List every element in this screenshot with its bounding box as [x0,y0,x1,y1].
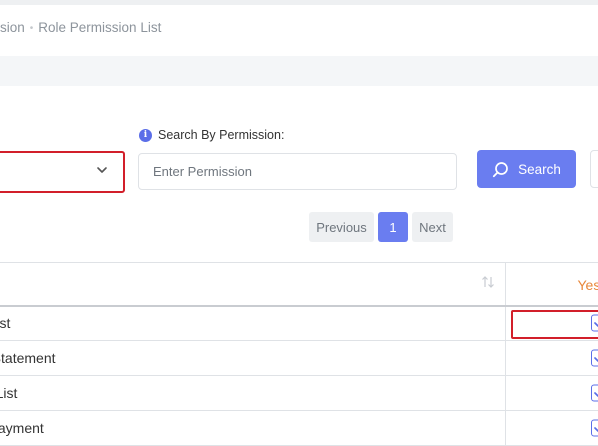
header-band [0,56,598,86]
permission-table: ion Yes r List e Statement nt Li [0,262,598,446]
reset-button[interactable] [590,150,598,188]
permission-name: r Payment [0,420,44,436]
permission-label: i Search By Permission: [139,128,284,142]
table-row: r List [0,305,598,341]
permission-name: r List [0,315,11,332]
pagination-page-1[interactable]: 1 [378,212,408,242]
check-icon [593,392,598,397]
permission-name: e Statement [0,350,56,366]
permission-search-input[interactable] [138,153,457,190]
breadcrumb-separator: • [29,23,34,34]
permission-checkbox[interactable] [590,384,598,402]
table-row: e Statement [0,340,598,376]
check-icon [593,427,598,432]
column-header-permission[interactable]: ion [0,262,506,307]
table-row: nt List [0,375,598,411]
search-button[interactable]: Search [477,150,576,188]
role-select[interactable] [0,151,125,193]
top-bar [0,0,598,5]
permission-name: nt List [0,385,18,401]
permission-label-text: Search By Permission: [158,128,285,142]
breadcrumb-current: Role Permission List [38,20,162,35]
column-header-yes-label: Yes [577,277,598,293]
pagination-previous[interactable]: Previous [309,212,374,242]
search-icon [493,161,508,177]
check-icon [593,322,598,328]
chevron-down-icon [97,167,107,173]
permission-checkbox[interactable] [590,349,598,367]
search-button-label: Search [518,161,561,177]
table-row: r Payment [0,410,598,446]
info-icon: i [139,128,152,142]
breadcrumb-parent[interactable]: sion [0,20,25,35]
breadcrumb: sion • Role Permission List [0,20,161,35]
check-icon [593,357,598,362]
pagination-next[interactable]: Next [412,212,453,242]
sort-icon[interactable] [481,274,495,290]
permission-checkbox[interactable] [590,419,598,437]
permission-checkbox[interactable] [590,314,598,332]
column-header-yes: Yes [505,262,598,307]
